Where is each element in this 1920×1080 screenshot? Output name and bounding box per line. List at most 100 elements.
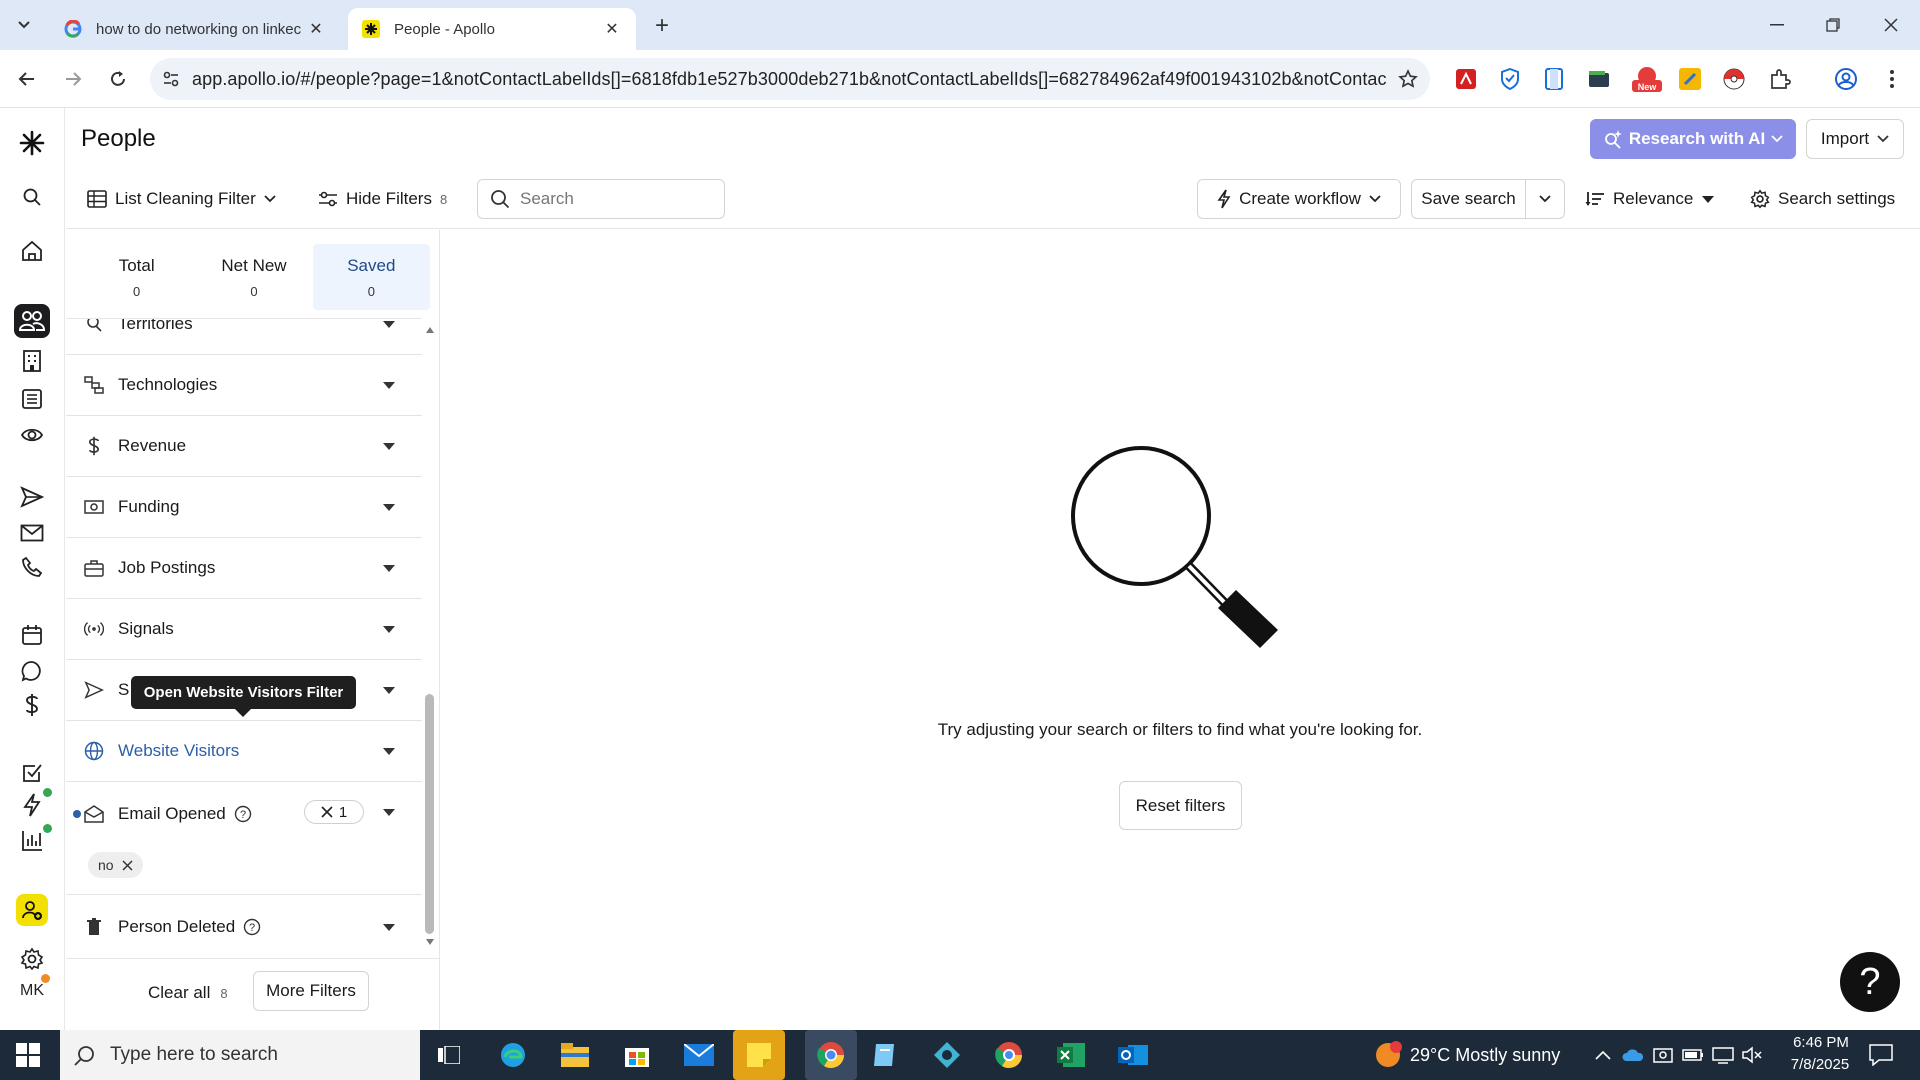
filter-job-postings[interactable]: Job Postings bbox=[66, 538, 422, 599]
tab-saved[interactable]: Saved 0 bbox=[312, 244, 430, 310]
restore-icon[interactable] bbox=[1810, 8, 1856, 42]
tab-total[interactable]: Total 0 bbox=[78, 244, 195, 310]
search-icon[interactable] bbox=[14, 180, 50, 214]
help-circle-icon[interactable]: ? bbox=[243, 918, 261, 936]
bookmark-star-icon[interactable] bbox=[1386, 69, 1430, 89]
filter-revenue[interactable]: Revenue bbox=[66, 416, 422, 477]
notifications-icon[interactable] bbox=[1868, 1042, 1894, 1068]
profile-icon[interactable] bbox=[1832, 65, 1860, 93]
close-icon[interactable] bbox=[321, 806, 333, 818]
analytics-chart-icon[interactable] bbox=[14, 824, 50, 858]
filter-signals[interactable]: Signals bbox=[66, 599, 422, 660]
site-info-icon[interactable] bbox=[150, 70, 192, 88]
pdf-extension-icon[interactable] bbox=[1452, 65, 1480, 93]
search-input[interactable] bbox=[520, 189, 710, 209]
shield-extension-icon[interactable] bbox=[1496, 65, 1524, 93]
add-contact-icon[interactable] bbox=[16, 894, 48, 926]
scroll-down-arrow-icon[interactable] bbox=[425, 938, 435, 946]
tasks-checkbox-icon[interactable] bbox=[14, 756, 50, 790]
chrome-profile-icon[interactable] bbox=[992, 1038, 1026, 1072]
close-window-icon[interactable] bbox=[1868, 8, 1914, 42]
filter-scrollbar-thumb[interactable] bbox=[425, 694, 434, 934]
docs-extension-icon[interactable] bbox=[1540, 65, 1568, 93]
file-explorer-icon[interactable] bbox=[558, 1038, 592, 1072]
meet-now-icon[interactable] bbox=[1652, 1044, 1674, 1066]
clock-time[interactable]: 6:46 PM bbox=[1786, 1034, 1856, 1051]
companies-building-icon[interactable] bbox=[14, 344, 50, 378]
network-icon[interactable] bbox=[1712, 1044, 1734, 1066]
weather-text[interactable]: 29°C Mostly sunny bbox=[1410, 1045, 1560, 1066]
apollo-logo-icon[interactable] bbox=[14, 126, 50, 160]
remove-tag-icon[interactable] bbox=[122, 859, 133, 871]
filter-technologies[interactable]: Technologies bbox=[66, 355, 422, 416]
create-workflow-button[interactable]: Create workflow bbox=[1197, 179, 1401, 219]
more-filters-button[interactable]: More Filters bbox=[253, 971, 369, 1011]
chrome-browser-icon[interactable] bbox=[805, 1030, 857, 1080]
sequences-send-icon[interactable] bbox=[14, 480, 50, 514]
conversations-chat-icon[interactable] bbox=[14, 654, 50, 688]
browser-tab-google[interactable]: how to do networking on linkec ✕ bbox=[50, 8, 340, 50]
filter-territories[interactable]: Territories bbox=[66, 319, 422, 355]
keyword-extension-icon[interactable] bbox=[1676, 65, 1704, 93]
browser-tab-apollo[interactable]: People - Apollo ✕ bbox=[348, 8, 636, 50]
task-view-icon[interactable] bbox=[432, 1038, 466, 1072]
wallet-extension-icon[interactable] bbox=[1585, 65, 1613, 93]
research-with-ai-button[interactable]: Research with AI bbox=[1590, 119, 1796, 159]
address-bar[interactable]: app.apollo.io/#/people?page=1&notContact… bbox=[150, 58, 1430, 100]
new-badge-extension-icon[interactable]: New bbox=[1630, 65, 1664, 93]
search-box[interactable] bbox=[477, 179, 725, 219]
help-circle-icon[interactable]: ? bbox=[234, 805, 252, 823]
scroll-up-arrow-icon[interactable] bbox=[425, 326, 435, 334]
minimize-icon[interactable] bbox=[1754, 8, 1800, 42]
edge-browser-icon[interactable] bbox=[496, 1038, 530, 1072]
lists-icon[interactable] bbox=[14, 382, 50, 416]
save-search-options-button[interactable] bbox=[1525, 179, 1565, 219]
tray-chevron-up-icon[interactable] bbox=[1592, 1044, 1614, 1066]
import-button[interactable]: Import bbox=[1806, 119, 1904, 159]
notepad-app-icon[interactable] bbox=[868, 1038, 902, 1072]
save-search-button[interactable]: Save search bbox=[1411, 179, 1526, 219]
filter-person-deleted[interactable]: Person Deleted ? bbox=[66, 895, 422, 952]
home-icon[interactable] bbox=[14, 234, 50, 268]
emails-icon[interactable] bbox=[14, 516, 50, 550]
tab-search-menu-icon[interactable] bbox=[10, 11, 38, 39]
taskbar-search-box[interactable]: Type here to search bbox=[60, 1030, 420, 1080]
filter-funding[interactable]: Funding bbox=[66, 477, 422, 538]
website-visitors-eye-icon[interactable] bbox=[14, 418, 50, 452]
pokeball-extension-icon[interactable] bbox=[1720, 65, 1748, 93]
sticky-notes-icon[interactable] bbox=[733, 1030, 785, 1080]
battery-icon[interactable] bbox=[1682, 1044, 1704, 1066]
list-cleaning-filter-dropdown[interactable]: List Cleaning Filter bbox=[87, 175, 276, 223]
meetings-calendar-icon[interactable] bbox=[14, 618, 50, 652]
filter-website-visitors[interactable]: Website Visitors bbox=[66, 721, 422, 782]
volume-muted-icon[interactable] bbox=[1742, 1044, 1764, 1066]
calls-phone-icon[interactable] bbox=[14, 550, 50, 584]
reset-filters-button[interactable]: Reset filters bbox=[1119, 781, 1242, 830]
help-button[interactable]: ? bbox=[1840, 952, 1900, 1012]
workflows-lightning-icon[interactable] bbox=[14, 788, 50, 822]
people-icon[interactable] bbox=[14, 304, 50, 338]
clear-all-button[interactable]: Clear all 8 bbox=[148, 983, 228, 1003]
hide-filters-button[interactable]: Hide Filters 8 bbox=[318, 175, 447, 223]
microsoft-store-icon[interactable] bbox=[620, 1038, 654, 1072]
close-tab-icon[interactable]: ✕ bbox=[306, 19, 326, 39]
settings-gear-icon[interactable] bbox=[14, 942, 50, 976]
tab-net-new[interactable]: Net New 0 bbox=[195, 244, 312, 310]
browser-menu-icon[interactable] bbox=[1878, 65, 1906, 93]
mail-app-icon[interactable] bbox=[682, 1038, 716, 1072]
new-tab-button[interactable]: + bbox=[648, 12, 676, 40]
excel-app-icon[interactable] bbox=[1054, 1038, 1088, 1072]
deals-dollar-icon[interactable] bbox=[14, 688, 50, 722]
search-settings-button[interactable]: Search settings bbox=[1750, 175, 1895, 223]
sort-relevance-dropdown[interactable]: Relevance bbox=[1585, 175, 1715, 223]
email-opened-count-chip[interactable]: 1 bbox=[304, 800, 364, 824]
user-avatar-initials[interactable]: MK bbox=[20, 982, 44, 1000]
onedrive-cloud-icon[interactable] bbox=[1622, 1044, 1644, 1066]
reload-icon[interactable] bbox=[103, 64, 133, 94]
close-tab-icon[interactable]: ✕ bbox=[602, 19, 622, 39]
windows-start-icon[interactable] bbox=[16, 1043, 40, 1072]
filter-email-opened[interactable]: Email Opened ? 1 no bbox=[66, 782, 422, 895]
extensions-puzzle-icon[interactable] bbox=[1766, 65, 1794, 93]
vpn-app-icon[interactable] bbox=[930, 1038, 964, 1072]
back-icon[interactable] bbox=[12, 64, 42, 94]
